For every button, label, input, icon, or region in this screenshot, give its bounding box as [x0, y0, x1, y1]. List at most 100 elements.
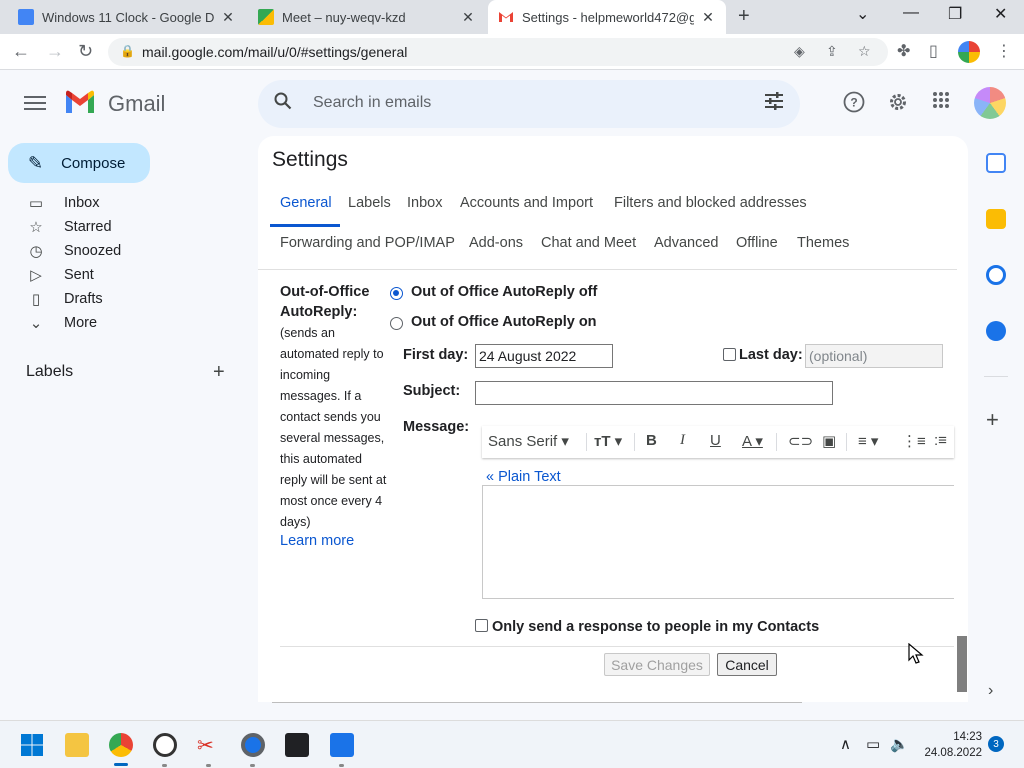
settings-gear-icon[interactable]: [887, 91, 909, 119]
tab-search-chevron-icon[interactable]: ⌄: [856, 4, 869, 24]
bulleted-list-icon[interactable]: :≡: [934, 432, 947, 449]
add-label-plus-icon[interactable]: +: [213, 361, 225, 384]
tab-filters[interactable]: Filters and blocked addresses: [614, 195, 807, 211]
network-icon[interactable]: ▭: [866, 735, 880, 753]
close-tab-icon[interactable]: ✕: [460, 9, 476, 26]
chrome-icon[interactable]: [109, 733, 133, 757]
tasks-icon[interactable]: [986, 265, 1006, 285]
keep-icon[interactable]: [986, 209, 1006, 229]
nav-item-inbox[interactable]: ▭ Inbox: [26, 191, 100, 215]
browser-tab-docs[interactable]: Windows 11 Clock - Google Docs ✕: [8, 0, 246, 34]
forward-button[interactable]: →: [46, 41, 64, 62]
get-addons-plus-icon[interactable]: +: [986, 407, 999, 433]
font-size-icon[interactable]: тT ▾: [594, 432, 622, 450]
align-icon[interactable]: ≡ ▾: [858, 432, 878, 450]
font-family-select[interactable]: Sans Serif ▾: [488, 432, 569, 450]
snipping-tool-icon[interactable]: ✂: [197, 733, 221, 757]
back-button[interactable]: ←: [12, 41, 30, 62]
notification-badge[interactable]: 3: [988, 736, 1004, 752]
volume-icon[interactable]: 🔈: [890, 735, 909, 753]
notepad-icon[interactable]: [330, 733, 354, 757]
tab-general[interactable]: General: [280, 195, 332, 211]
taskbar-clock[interactable]: 14:23 24.08.2022: [920, 729, 982, 761]
contacts-only-label[interactable]: Only send a response to people in my Con…: [492, 619, 819, 635]
close-tab-icon[interactable]: ✕: [700, 9, 716, 26]
contacts-only-checkbox[interactable]: [475, 619, 488, 632]
insert-image-icon[interactable]: ▣: [822, 432, 836, 450]
search-bar[interactable]: Search in emails: [258, 80, 800, 128]
account-avatar[interactable]: [974, 87, 1006, 119]
main-menu-icon[interactable]: [24, 92, 46, 114]
browser-profile-avatar[interactable]: [958, 41, 980, 63]
text-color-icon[interactable]: A ▾: [742, 432, 763, 450]
autoreply-off-label[interactable]: Out of Office AutoReply off: [411, 284, 597, 300]
compose-button[interactable]: ✎ Compose: [8, 143, 150, 183]
scrollbar-track[interactable]: [957, 262, 968, 694]
new-tab-button[interactable]: +: [738, 5, 750, 28]
autoreply-on-radio[interactable]: [390, 317, 403, 330]
message-body-editor[interactable]: [482, 485, 954, 599]
tab-inbox[interactable]: Inbox: [407, 195, 442, 211]
tab-accounts-and-import[interactable]: Accounts and Import: [460, 195, 593, 211]
learn-more-link[interactable]: Learn more: [280, 533, 354, 549]
install-app-icon[interactable]: ◈: [794, 43, 805, 60]
gmail-logo-icon[interactable]: [64, 89, 96, 118]
reload-button[interactable]: ↻: [78, 41, 93, 62]
save-changes-button[interactable]: Save Changes: [604, 653, 710, 676]
close-tab-icon[interactable]: ✕: [220, 9, 236, 26]
autoreply-off-radio[interactable]: [390, 287, 403, 300]
close-window-button[interactable]: ✕: [994, 4, 1007, 24]
link-icon[interactable]: ⊂⊃: [788, 432, 813, 450]
file-explorer-icon[interactable]: [65, 733, 89, 757]
share-icon[interactable]: ⇪: [826, 43, 838, 60]
contacts-icon[interactable]: [986, 321, 1006, 341]
tab-offline[interactable]: Offline: [736, 235, 778, 251]
gmail-wordmark[interactable]: Gmail: [108, 91, 165, 117]
bookmark-star-icon[interactable]: ☆: [858, 43, 871, 60]
extensions-puzzle-icon[interactable]: ✤: [897, 41, 910, 61]
browser-menu-icon[interactable]: ⋮: [996, 41, 1012, 61]
tab-labels[interactable]: Labels: [348, 195, 391, 211]
nav-item-starred[interactable]: ☆ Starred: [26, 215, 111, 239]
search-input[interactable]: Search in emails: [313, 94, 431, 112]
subject-field[interactable]: [475, 381, 833, 405]
plain-text-link[interactable]: « Plain Text: [486, 469, 561, 485]
nav-item-snoozed[interactable]: ◷ Snoozed: [26, 239, 121, 263]
clock-app-icon[interactable]: [153, 733, 177, 757]
restore-button[interactable]: ❐: [948, 4, 962, 24]
side-panel-icon[interactable]: ▯: [929, 41, 938, 61]
tab-themes[interactable]: Themes: [797, 235, 849, 251]
browser-tab-meet[interactable]: Meet – nuy-weqv-kzd ✕: [248, 0, 486, 34]
settings-app-icon[interactable]: [241, 733, 265, 757]
first-day-field[interactable]: 24 August 2022: [475, 344, 613, 368]
cancel-button[interactable]: Cancel: [717, 653, 777, 676]
tab-forwarding[interactable]: Forwarding and POP/IMAP: [280, 235, 455, 251]
italic-icon[interactable]: I: [680, 432, 685, 449]
nav-item-more[interactable]: ⌄ More: [26, 311, 97, 335]
windows-start-icon[interactable]: [20, 733, 44, 757]
google-apps-icon[interactable]: [932, 91, 950, 115]
search-options-icon[interactable]: [764, 92, 784, 115]
url-text[interactable]: mail.google.com/mail/u/0/#settings/gener…: [142, 44, 407, 60]
omnibox[interactable]: 🔒 mail.google.com/mail/u/0/#settings/gen…: [108, 38, 888, 66]
tab-chat-and-meet[interactable]: Chat and Meet: [541, 235, 636, 251]
numbered-list-icon[interactable]: ⋮≡: [902, 432, 926, 450]
autoreply-on-label[interactable]: Out of Office AutoReply on: [411, 314, 597, 330]
nav-item-drafts[interactable]: ▯ Drafts: [26, 287, 103, 311]
help-icon[interactable]: ?: [843, 91, 865, 119]
browser-tab-settings[interactable]: Settings - helpmeworld472@gmail.com ✕: [488, 0, 726, 34]
scrollbar-thumb[interactable]: [957, 636, 967, 692]
minimize-button[interactable]: —: [903, 4, 919, 22]
show-hidden-icons-chevron-icon[interactable]: ∧: [840, 735, 851, 753]
bold-icon[interactable]: B: [646, 432, 657, 449]
tab-add-ons[interactable]: Add-ons: [469, 235, 523, 251]
microsoft-store-icon[interactable]: [285, 733, 309, 757]
show-side-panel-chevron-icon[interactable]: ›: [988, 682, 993, 700]
last-day-checkbox[interactable]: [723, 348, 736, 361]
nav-item-sent[interactable]: ▷ Sent: [26, 263, 94, 287]
lock-icon[interactable]: 🔒: [120, 44, 135, 58]
search-icon[interactable]: [274, 92, 292, 115]
underline-icon[interactable]: U: [710, 432, 721, 449]
last-day-field[interactable]: (optional): [805, 344, 943, 368]
calendar-icon[interactable]: [986, 153, 1006, 173]
